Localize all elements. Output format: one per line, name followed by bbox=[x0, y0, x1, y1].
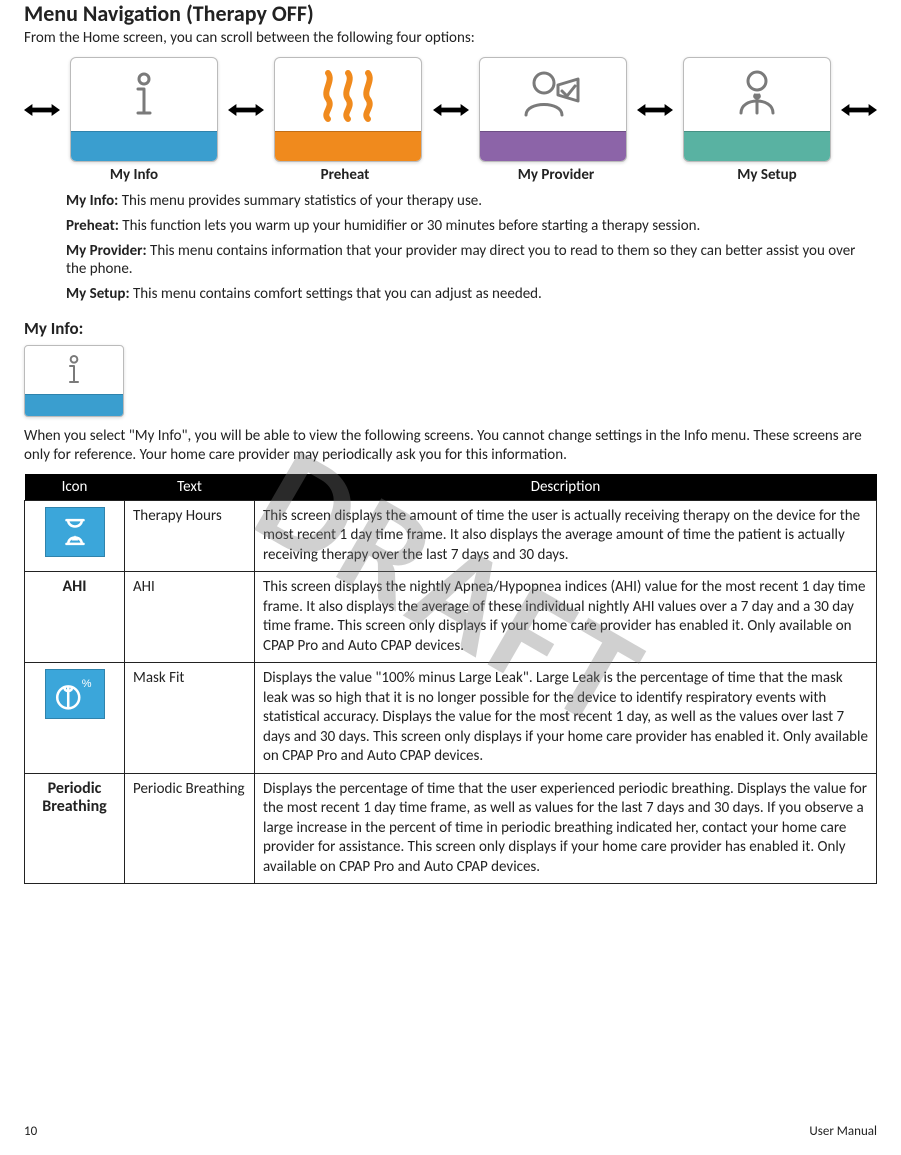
row-desc: This screen displays the amount of time … bbox=[255, 500, 877, 572]
bullet-body: This menu provides summary statistics of… bbox=[118, 192, 482, 210]
periodic-breathing-icon: Periodic Breathing bbox=[29, 780, 120, 817]
mask-fit-icon: % bbox=[45, 669, 105, 719]
my-setup-tile bbox=[683, 57, 831, 162]
my-setup-label: My Setup bbox=[693, 166, 841, 184]
bullet-term: My Provider: bbox=[66, 242, 147, 260]
page-footer: 10 User Manual bbox=[24, 1124, 877, 1139]
home-options-row bbox=[24, 57, 877, 162]
bullet-body: This function lets you warm up your humi… bbox=[119, 217, 700, 235]
my-provider-label: My Provider bbox=[482, 166, 630, 184]
col-desc: Description bbox=[255, 474, 877, 501]
scroll-arrow-icon bbox=[24, 101, 60, 119]
setup-icon bbox=[684, 58, 830, 131]
info-icon bbox=[71, 58, 217, 131]
page-title: Menu Navigation (Therapy OFF) bbox=[24, 0, 877, 27]
row-desc: Displays the percentage of time that the… bbox=[255, 773, 877, 884]
my-provider-tile bbox=[479, 57, 627, 162]
preheat-label: Preheat bbox=[271, 166, 419, 184]
bullet-term: Preheat: bbox=[66, 217, 119, 235]
my-info-heading: My Info: bbox=[24, 318, 877, 339]
table-row: Therapy Hours This screen displays the a… bbox=[25, 500, 877, 572]
row-desc: This screen displays the nightly Apnea/H… bbox=[255, 572, 877, 663]
hourglass-icon bbox=[45, 507, 105, 557]
page-number: 10 bbox=[24, 1124, 37, 1139]
svg-text:%: % bbox=[81, 678, 91, 690]
bullet-term: My Setup: bbox=[66, 285, 130, 303]
preheat-icon bbox=[275, 58, 421, 131]
row-text: Therapy Hours bbox=[125, 500, 255, 572]
home-options-labels: My Info Preheat My Provider My Setup bbox=[24, 166, 877, 184]
bullet-body: This menu contains comfort settings that… bbox=[130, 285, 542, 303]
row-text: Mask Fit bbox=[125, 663, 255, 774]
col-icon: Icon bbox=[25, 474, 125, 501]
option-descriptions: My Info: This menu provides summary stat… bbox=[24, 192, 877, 304]
table-row: Periodic Breathing Periodic Breathing Di… bbox=[25, 773, 877, 884]
scroll-arrow-icon bbox=[228, 101, 264, 119]
my-info-tile bbox=[70, 57, 218, 162]
scroll-arrow-icon bbox=[637, 101, 673, 119]
ahi-icon: AHI bbox=[29, 578, 120, 596]
my-info-label: My Info bbox=[60, 166, 208, 184]
table-row: AHI AHI This screen displays the nightly… bbox=[25, 572, 877, 663]
provider-icon bbox=[480, 58, 626, 131]
bullet-body: This menu contains information that your… bbox=[66, 242, 855, 279]
row-text: AHI bbox=[125, 572, 255, 663]
my-info-table: Icon Text Description Therapy Hours This… bbox=[24, 474, 877, 885]
row-desc: Displays the value "100% minus Large Lea… bbox=[255, 663, 877, 774]
preheat-tile bbox=[274, 57, 422, 162]
scroll-arrow-icon bbox=[841, 101, 877, 119]
intro-text: From the Home screen, you can scroll bet… bbox=[24, 29, 877, 47]
bullet-term: My Info: bbox=[66, 192, 118, 210]
scroll-arrow-icon bbox=[433, 101, 469, 119]
table-row: % Mask Fit Displays the value "100% minu… bbox=[25, 663, 877, 774]
my-info-tile-small bbox=[24, 345, 124, 417]
row-text: Periodic Breathing bbox=[125, 773, 255, 884]
col-text: Text bbox=[125, 474, 255, 501]
footer-title: User Manual bbox=[809, 1124, 877, 1139]
my-info-note: When you select "My Info", you will be a… bbox=[24, 427, 877, 466]
info-icon bbox=[25, 346, 123, 394]
